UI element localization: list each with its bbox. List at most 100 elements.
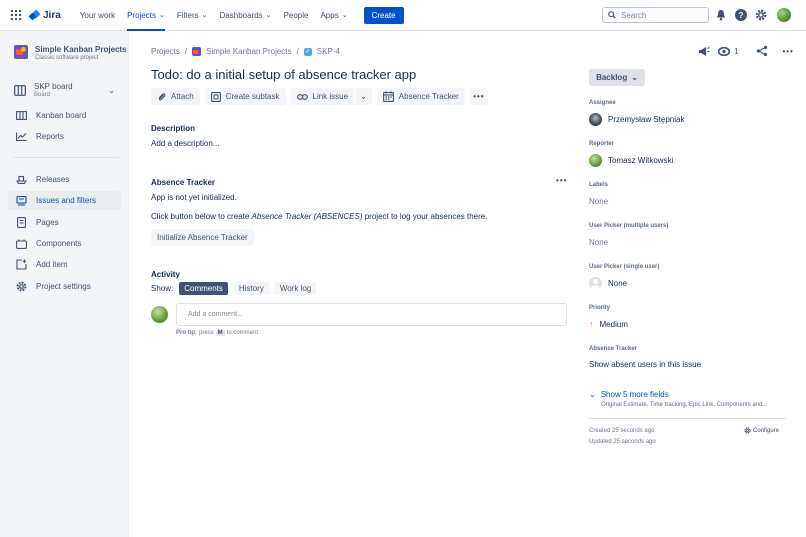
tab-work-log[interactable]: Work log <box>274 282 317 295</box>
avatar <box>151 306 168 323</box>
user-picker-single-value: None <box>608 279 628 288</box>
page-icon <box>16 217 27 228</box>
reporter-name: Tomasz Witkowski <box>608 156 674 165</box>
assignee-field[interactable]: Przemysław Stępniak <box>589 113 684 126</box>
absence-tracker-field[interactable]: Show absent users in this issue <box>589 360 701 369</box>
link-issue-label: Link issue <box>312 92 349 101</box>
nav-apps[interactable]: Apps ⌄ <box>314 0 353 31</box>
nav-your-work[interactable]: Your work <box>74 0 121 31</box>
gear-icon <box>16 281 27 292</box>
create-button[interactable]: Create <box>363 6 404 24</box>
details-divider <box>589 418 786 419</box>
chevron-down-icon: ⌄ <box>201 12 208 19</box>
avatar <box>589 154 602 167</box>
instruction-emphasis: Absence Tracker (ABSENCES) <box>251 212 363 221</box>
profile-avatar[interactable] <box>777 8 791 22</box>
sidebar-item-label: Pages <box>36 218 59 227</box>
description-placeholder[interactable]: Add a description... <box>151 139 219 148</box>
labels-label: Labels <box>589 182 609 188</box>
search-icon <box>608 11 616 19</box>
status-dropdown[interactable]: Backlog ⌄ <box>589 69 645 86</box>
settings-icon[interactable] <box>755 9 767 21</box>
jira-logo-icon <box>29 10 40 21</box>
sidebar-item-label: Releases <box>36 175 70 184</box>
attach-button[interactable]: Attach <box>151 88 200 105</box>
link-icon <box>296 93 308 100</box>
sidebar-item-label: Kanban board <box>36 111 87 120</box>
tab-history[interactable]: History <box>233 282 269 295</box>
sidebar-item-kanban-board[interactable]: Kanban board <box>8 106 121 125</box>
nav-apps-label: Apps <box>320 10 339 20</box>
absence-tracker-button[interactable]: Absence Tracker <box>376 88 465 105</box>
sidebar-item-pages[interactable]: Pages <box>8 213 121 232</box>
logo-text: Jira <box>43 9 61 21</box>
app-switcher-icon[interactable] <box>11 10 21 20</box>
absence-tracker-heading: Absence Tracker <box>151 178 216 187</box>
task-type-icon[interactable]: ✓ <box>303 47 312 56</box>
configure-button[interactable]: Configure <box>744 427 779 434</box>
sidebar-item-issues-and-filters[interactable]: Issues and filters <box>8 191 121 210</box>
attach-label: Attach <box>171 92 194 101</box>
breadcrumb-projects[interactable]: Projects <box>151 47 180 56</box>
notifications-icon[interactable] <box>715 9 727 21</box>
priority-field[interactable]: ↑ Medium <box>589 319 628 329</box>
project-header[interactable]: Simple Kanban Projects Classic software … <box>14 45 127 61</box>
help-icon[interactable]: ? <box>735 9 747 21</box>
priority-medium-icon: ↑ <box>589 319 594 329</box>
board-sub: Board <box>34 92 51 98</box>
chevron-down-icon: ⌄ <box>158 12 165 19</box>
issue-header-actions: 1 ••• <box>698 45 794 57</box>
sidebar-item-releases[interactable]: Releases <box>8 170 121 189</box>
sidebar-item-reports[interactable]: Reports <box>8 127 121 146</box>
comment-input[interactable]: Add a comment... <box>176 303 567 326</box>
board-selector[interactable]: SKP board Board ⌄ <box>14 82 118 98</box>
search-placeholder: Search <box>621 10 647 20</box>
ship-icon <box>16 174 27 185</box>
link-issue-dropdown[interactable]: ⌄ <box>355 88 372 105</box>
project-sidebar: Simple Kanban Projects Classic software … <box>0 31 129 537</box>
nav-dashboards[interactable]: Dashboards ⌄ <box>214 0 278 31</box>
show-more-fields-button[interactable]: ⌄ Show 5 more fields <box>589 390 669 399</box>
search-input[interactable]: Search <box>602 7 709 23</box>
issue-title[interactable]: Todo: do a initial setup of absence trac… <box>151 67 416 82</box>
create-subtask-label: Create subtask <box>225 92 280 101</box>
chevron-down-icon: ⌄ <box>265 12 272 19</box>
status-label: Backlog <box>596 73 628 82</box>
nav-projects-label: Projects <box>127 10 156 20</box>
nav-your-work-label: Your work <box>79 10 116 20</box>
nav-filters[interactable]: Filters ⌄ <box>171 0 214 31</box>
breadcrumb-project[interactable]: Simple Kanban Projects <box>206 47 291 56</box>
panel-more-icon[interactable]: ••• <box>556 176 567 185</box>
share-icon[interactable] <box>756 45 768 57</box>
sidebar-item-label: Components <box>36 239 82 248</box>
more-icon[interactable]: ••• <box>469 88 488 105</box>
nav-people[interactable]: People <box>278 0 315 31</box>
breadcrumb-separator: / <box>296 47 299 56</box>
tab-comments[interactable]: Comments <box>179 282 228 295</box>
labels-field[interactable]: None <box>589 197 608 206</box>
breadcrumb: Projects / Simple Kanban Projects / ✓ SK… <box>151 47 340 56</box>
reporter-field[interactable]: Tomasz Witkowski <box>589 154 673 167</box>
absence-status-text: App is not yet initialized. <box>151 193 237 202</box>
sidebar-item-project-settings[interactable]: Project settings <box>8 277 121 296</box>
watchers-button[interactable]: 1 <box>718 46 738 56</box>
user-picker-multi-field[interactable]: None <box>589 238 608 247</box>
protip-pre: press <box>199 330 214 336</box>
assignee-label: Assignee <box>589 100 616 106</box>
user-picker-single-label: User Picker (single user) <box>589 264 660 270</box>
breadcrumb-issue-key[interactable]: SKP-4 <box>317 47 340 56</box>
pro-tip: Pro tip: press M to comment <box>176 330 258 336</box>
sidebar-item-add-item[interactable]: Add item <box>8 255 121 274</box>
create-subtask-button[interactable]: Create subtask <box>204 88 286 105</box>
user-picker-single-field[interactable]: None <box>589 277 627 290</box>
sidebar-item-components[interactable]: Components <box>8 234 121 253</box>
board-name: SKP board <box>34 82 73 91</box>
jira-logo[interactable]: Jira <box>29 10 61 21</box>
more-actions-icon[interactable]: ••• <box>782 47 793 56</box>
initialize-absence-tracker-button[interactable]: Initialize Absence Tracker <box>151 229 254 246</box>
megaphone-icon[interactable] <box>698 46 710 57</box>
nav-projects[interactable]: Projects ⌄ <box>121 0 171 31</box>
nav-dashboards-label: Dashboards <box>219 10 263 20</box>
link-issue-button[interactable]: Link issue <box>290 88 355 105</box>
configure-label: Configure <box>753 427 780 434</box>
